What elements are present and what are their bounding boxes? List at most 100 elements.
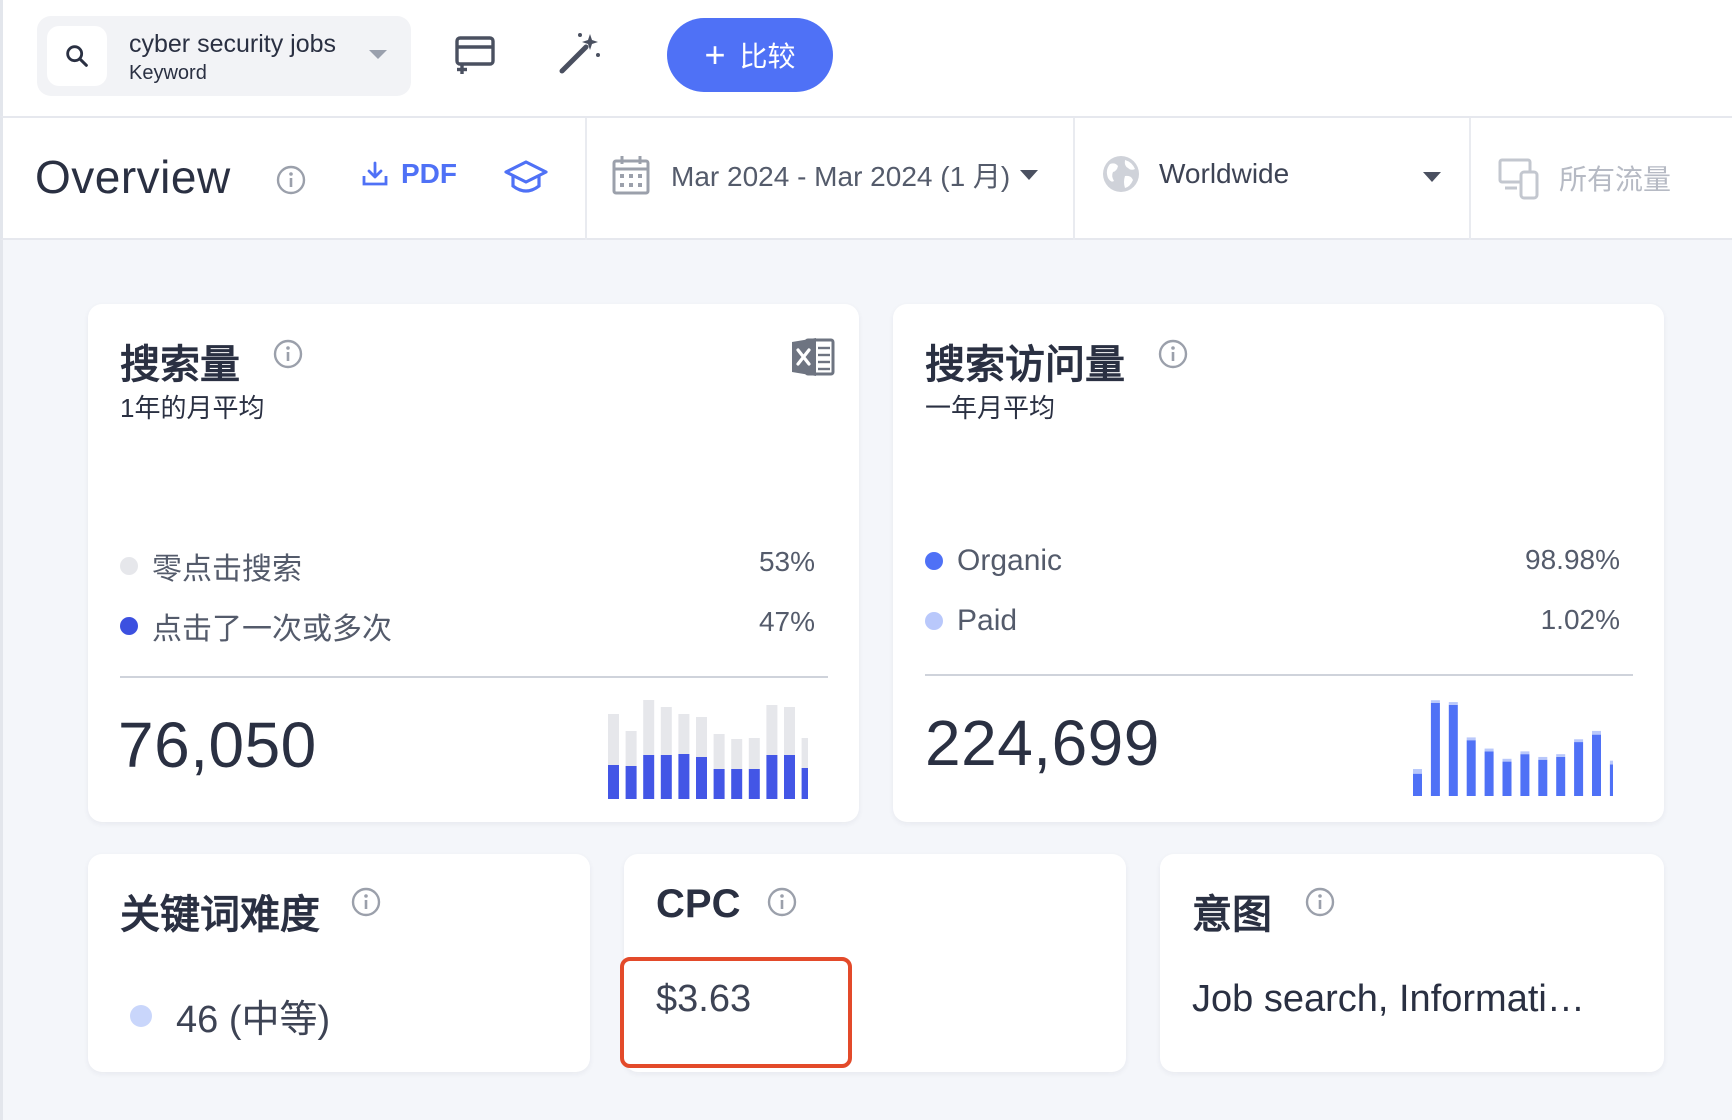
compare-label: 比较	[739, 41, 796, 72]
info-icon[interactable]	[766, 886, 798, 918]
card-title: CPC	[656, 882, 741, 926]
location-picker[interactable]: Worldwide	[1101, 154, 1431, 194]
chevron-down-icon[interactable]	[1423, 172, 1441, 182]
card-subtitle: 1年的月平均	[120, 393, 265, 423]
chart-bar-segment	[1413, 769, 1422, 774]
chart-bar-segment	[713, 734, 725, 769]
date-range-picker[interactable]: Mar 2024 - Mar 2024 (1 月)	[611, 154, 1039, 196]
card-title: 意图	[1192, 893, 1272, 937]
traffic-type-filter[interactable]: 所有流量	[1497, 156, 1671, 200]
chart-bar-segment	[766, 705, 778, 755]
chart-bar-segment	[643, 700, 655, 755]
excel-export-icon[interactable]	[790, 334, 836, 385]
chart-bar-segment	[678, 714, 690, 754]
info-icon[interactable]	[1304, 886, 1336, 918]
difficulty-dot	[130, 1004, 152, 1027]
chart-bar-segment	[1502, 758, 1512, 762]
intent-value: Job search, Informati…	[1192, 978, 1585, 1020]
legend-percent: 47%	[758, 606, 815, 637]
date-range-text: Mar 2024 - Mar 2024 (1 月)	[671, 161, 1011, 192]
search-volume-card: 搜索量 1年的月平均 零点击搜索 53% 点击了一次或多次 47% 76,050	[88, 304, 859, 822]
info-icon[interactable]	[272, 338, 304, 370]
chart-bar-segment	[696, 717, 707, 757]
chart-bar-segment	[625, 731, 637, 766]
chart-bar-segment	[643, 755, 655, 799]
magic-wand-icon[interactable]	[555, 30, 603, 78]
legend-item-zero-click: 零点击搜索	[120, 544, 302, 588]
chart-bar-segment	[1502, 761, 1512, 796]
chart-bar-segment	[1609, 760, 1613, 765]
legend-label: 零点击搜索	[152, 553, 302, 586]
chart-bar-segment	[1484, 751, 1494, 796]
chart-bar-segment	[784, 755, 795, 799]
chart-bar-segment	[1609, 764, 1613, 796]
legend-dot	[925, 552, 943, 570]
toolbar-divider	[585, 118, 587, 240]
toolbar-divider	[1073, 118, 1075, 240]
search-volume-mini-chart	[608, 700, 808, 799]
chart-bar-segment	[678, 754, 690, 799]
legend-percent: 98.98%	[1525, 544, 1620, 575]
location-text: Worldwide	[1159, 158, 1290, 189]
chart-bar-segment	[1520, 754, 1530, 796]
card-title: 搜索量	[120, 343, 240, 387]
pdf-label: PDF	[401, 158, 457, 189]
chart-bar-segment	[801, 738, 808, 768]
card-subtitle: 一年月平均	[925, 393, 1056, 423]
legend-label: Organic	[957, 544, 1063, 577]
chart-bar-segment	[1448, 702, 1458, 705]
chart-bar-segment	[1538, 756, 1548, 760]
divider	[120, 676, 828, 678]
divider	[925, 674, 1633, 676]
legend-percent: 1.02%	[1540, 604, 1620, 635]
legend-dot	[120, 557, 138, 575]
chart-bar-segment	[731, 739, 743, 769]
difficulty-text: 46 (中等)	[176, 999, 331, 1041]
chart-bar-segment	[608, 714, 619, 765]
legend-item-paid: Paid	[925, 604, 1017, 638]
chart-bar-segment	[660, 755, 672, 799]
chart-bar-segment	[731, 769, 743, 799]
compare-button[interactable]: + 比较	[667, 18, 833, 92]
globe-icon	[1103, 156, 1139, 192]
chart-bar-segment	[784, 707, 795, 755]
search-visits-card: 搜索访问量 一年月平均 Organic 98.98% Paid 1.02% 22…	[893, 304, 1664, 822]
chart-bar-segment	[625, 766, 637, 799]
chart-bar-segment	[1592, 734, 1601, 796]
legend-item-clicked: 点击了一次或多次	[120, 604, 392, 648]
chevron-down-icon[interactable]	[369, 50, 387, 59]
chart-bar-segment	[1466, 740, 1476, 796]
chevron-down-icon	[1020, 170, 1039, 180]
info-icon[interactable]	[350, 886, 382, 918]
search-visits-mini-chart	[1413, 700, 1613, 796]
chart-bar-segment	[801, 768, 808, 799]
chart-bar-segment	[1448, 704, 1458, 796]
search-volume-total: 76,050	[118, 709, 317, 781]
calendar-icon	[612, 156, 650, 195]
keyword-difficulty-card: 关键词难度 46 (中等)	[88, 854, 590, 1072]
chart-bar-segment	[660, 707, 672, 755]
add-to-list-icon[interactable]	[451, 30, 499, 78]
graduation-cap-icon[interactable]	[503, 158, 549, 203]
chart-bar-segment	[1592, 730, 1601, 735]
overview-toolbar: Overview PDF Mar 2024 - Mar 2024 (1 月) W…	[0, 116, 1732, 240]
legend-percent: 53%	[758, 546, 815, 577]
legend-dot	[120, 617, 138, 635]
top-search-bar: cyber security jobs Keyword + 比较	[0, 0, 1732, 116]
info-icon[interactable]	[275, 164, 307, 196]
info-icon[interactable]	[1157, 338, 1189, 370]
keyword-selector[interactable]: cyber security jobs Keyword	[37, 16, 411, 96]
legend-item-organic: Organic	[925, 544, 1062, 578]
chart-bar-segment	[748, 769, 760, 799]
search-icon[interactable]	[47, 26, 107, 86]
devices-icon	[1498, 158, 1539, 200]
highlight-annotation	[620, 957, 852, 1068]
keyword-difficulty-value: 46 (中等)	[130, 988, 330, 1043]
legend-label: 点击了一次或多次	[152, 613, 392, 646]
chart-bar-segment	[1484, 748, 1494, 752]
legend-dot	[925, 612, 943, 630]
pdf-download-button[interactable]: PDF	[361, 158, 457, 190]
chart-bar-segment	[696, 757, 707, 799]
chart-bar-segment	[766, 755, 778, 799]
chart-bar-segment	[748, 738, 760, 769]
